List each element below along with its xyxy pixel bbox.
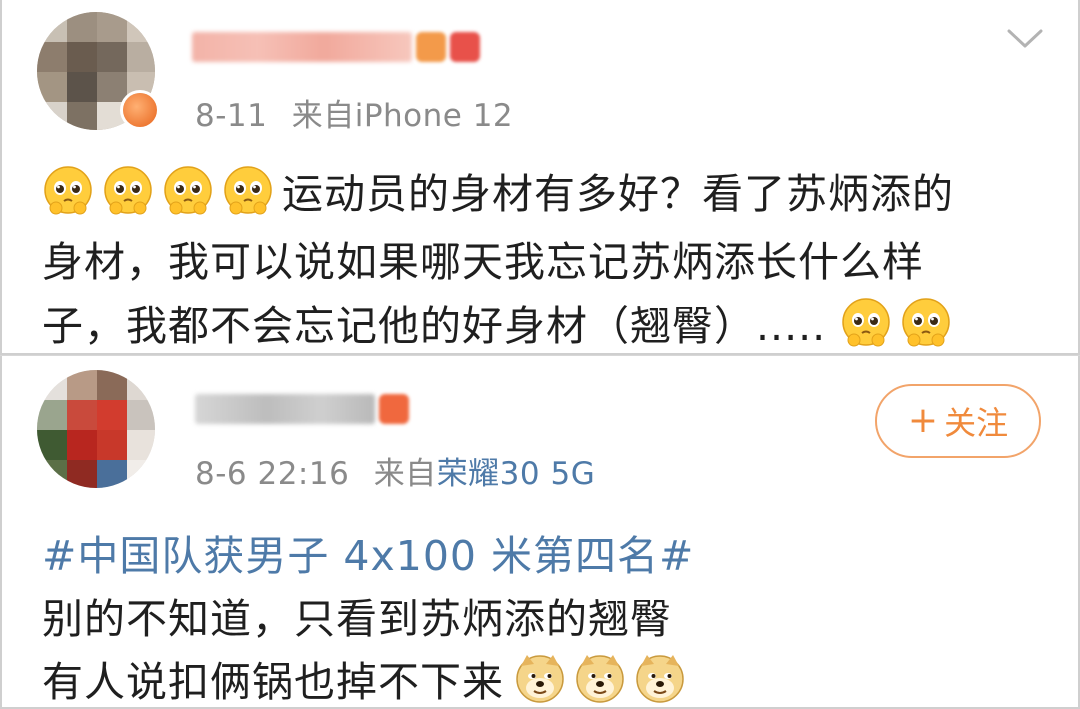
- doge-emoji: [514, 652, 566, 704]
- post-text: 子，我都不会忘记他的好身材（翘臀）.....: [42, 302, 827, 350]
- plus-icon: +: [907, 400, 939, 441]
- post-text-line: 子，我都不会忘记他的好身材（翘臀）.....: [42, 292, 960, 352]
- post-date: 8-6 22:16: [195, 456, 350, 492]
- shy-face-emoji: [162, 164, 214, 216]
- shy-face-emoji: [840, 296, 892, 348]
- source-prefix: 来自: [373, 456, 437, 492]
- post-source: iPhone 12: [354, 98, 514, 134]
- username-blurred[interactable]: [192, 28, 480, 66]
- topic-text: #中国队获男子 4x100 米第四名#: [42, 532, 695, 580]
- topic-link[interactable]: #中国队获男子 4x100 米第四名#: [42, 522, 694, 582]
- shy-face-emoji: [42, 164, 94, 216]
- verified-badge-icon: [123, 93, 157, 127]
- chevron-down-icon[interactable]: [1005, 26, 1045, 52]
- username-blurred[interactable]: [195, 390, 409, 428]
- avatar[interactable]: [37, 370, 155, 488]
- post-text-line: 身材，我可以说如果哪天我忘记苏炳添长什么样: [42, 228, 924, 288]
- post-meta: 8-11 来自iPhone 12: [195, 90, 513, 135]
- shy-face-emoji: [102, 164, 154, 216]
- post-text-line: 有人说扣俩锅也掉不下来: [42, 648, 694, 708]
- post-text-line: 别的不知道，只看到苏炳添的翘臀: [42, 585, 672, 645]
- post-text: 有人说扣俩锅也掉不下来: [42, 658, 504, 706]
- member-icon: [379, 394, 409, 424]
- follow-label: 关注: [944, 404, 1009, 442]
- source-prefix: 来自: [291, 98, 355, 134]
- post-text-line: 运动员的身材有多好？看了苏炳添的: [42, 160, 954, 220]
- vip-icon: [416, 32, 446, 62]
- post-source[interactable]: 荣耀30 5G: [437, 456, 596, 492]
- post-text: 别的不知道，只看到苏炳添的翘臀: [42, 595, 672, 643]
- shy-face-emoji: [900, 296, 952, 348]
- shy-face-emoji: [222, 164, 274, 216]
- doge-emoji: [574, 652, 626, 704]
- follow-button[interactable]: + 关注: [875, 384, 1041, 458]
- weibo-post: 8-11 来自iPhone 12 运动员的身材有多好？看了苏炳添的 身材，我可以…: [0, 0, 1080, 356]
- doge-emoji: [634, 652, 686, 704]
- member-icon: [450, 32, 480, 62]
- post-date: 8-11: [195, 98, 268, 134]
- post-text: 运动员的身材有多好？看了苏炳添的: [282, 170, 954, 218]
- post-meta: 8-6 22:16 来自荣耀30 5G: [195, 448, 595, 493]
- post-text: 身材，我可以说如果哪天我忘记苏炳添长什么样: [42, 238, 924, 286]
